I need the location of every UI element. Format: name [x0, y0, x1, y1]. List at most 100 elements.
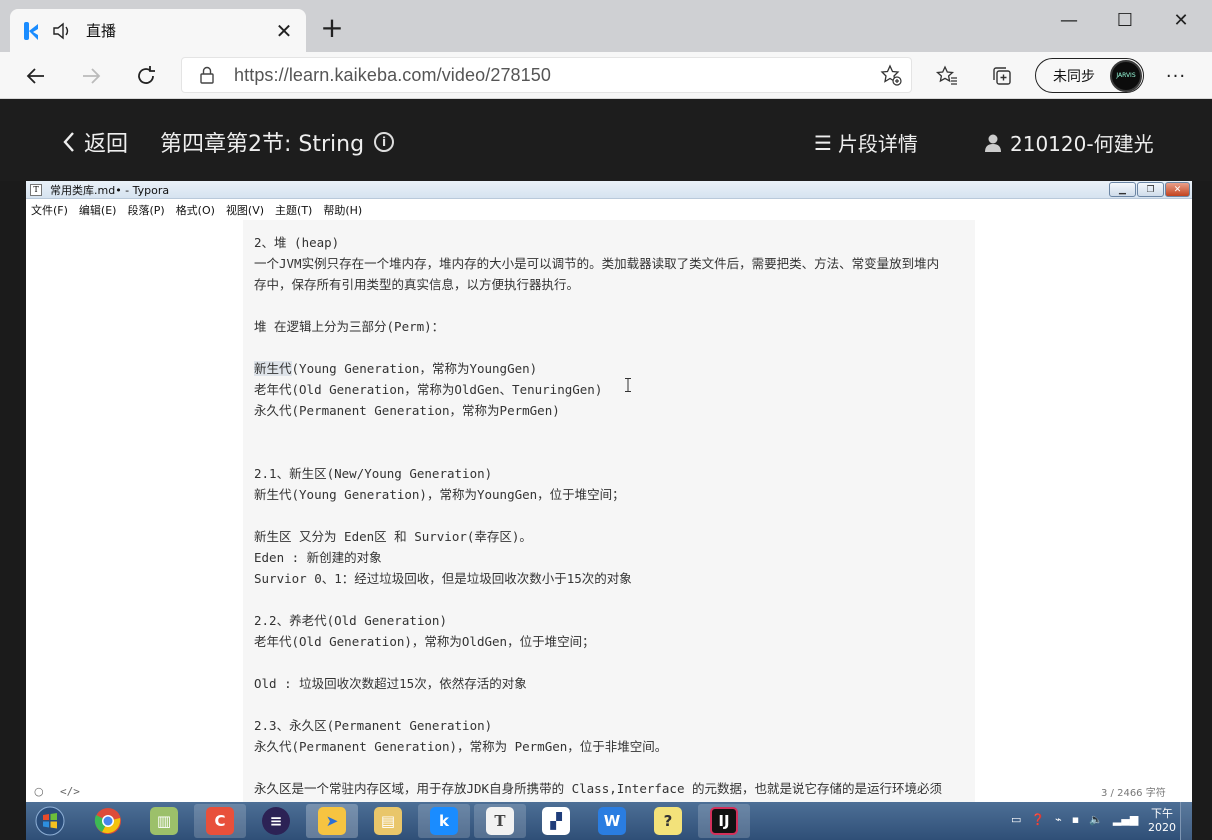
- tray-expand-icon: ▭: [1011, 813, 1022, 826]
- add-favorite-icon[interactable]: [879, 63, 903, 87]
- markdown-document: 2、堆 (heap) 一个JVM实例只存在一个堆内存，堆内存的大小是可以调节的。…: [254, 232, 969, 799]
- minimize-button[interactable]: —: [1040, 0, 1098, 40]
- user-icon: [985, 134, 1001, 152]
- collections-button[interactable]: [986, 60, 1018, 92]
- browser-tab-active[interactable]: 直播 ✕: [10, 9, 306, 52]
- menu-file: 文件(F): [31, 204, 68, 217]
- selected-line-rest: (Young Generation，常称为YoungGen): [291, 361, 538, 376]
- volume-icon: 🔈: [1089, 813, 1103, 826]
- doc-line: 2、堆 (heap): [254, 235, 340, 250]
- windows-taskbar: ▥ C ≡ ➤ ▤ k T ▞ W ? IJ ▭ ❓ ⌁ ▪ 🔈 ▂▄▆ 下午 …: [26, 802, 1192, 840]
- doc-line: [254, 589, 969, 610]
- doc-line: Old : 垃圾回收次数超过15次，依然存活的对象: [254, 676, 527, 691]
- typora-taskbar-icon: T: [474, 804, 526, 838]
- doc-line-selected: 新生代(Young Generation，常称为YoungGen): [254, 358, 969, 379]
- doc-line: [254, 421, 969, 442]
- back-link[interactable]: 返回: [62, 126, 128, 158]
- browser-tab-strip: 直播 ✕ + — ☐ ✕: [0, 0, 1212, 52]
- sidebar-toggle-icon: ○: [34, 785, 44, 798]
- doc-line: 存中，保存所有引用类型的真实信息，以方便执行器执行。: [254, 277, 580, 292]
- segment-details-button[interactable]: ☰ 片段详情: [814, 128, 918, 157]
- speaker-icon[interactable]: [52, 21, 74, 41]
- menu-help: 帮助(H): [323, 204, 363, 217]
- forward-button[interactable]: [75, 60, 107, 92]
- arrow-right-icon: [83, 68, 101, 84]
- lesson-title-group: 第四章第2节: String i: [160, 126, 395, 158]
- doc-line: 2.1、新生区(New/Young Generation): [254, 466, 493, 481]
- flowus-taskbar-icon: ▞: [530, 804, 582, 838]
- avatar: JARVIS: [1110, 59, 1142, 92]
- typora-menu-bar: 文件(F) 编辑(E) 段落(P) 格式(O) 视图(V) 主题(T) 帮助(H…: [26, 200, 1192, 220]
- typora-window-title: 常用类库.md• - Typora: [50, 183, 170, 197]
- kaikeba-favicon-icon: [24, 21, 38, 40]
- system-tray: ▭ ❓ ⌁ ▪ 🔈 ▂▄▆: [1011, 813, 1148, 826]
- doc-line: [254, 652, 969, 673]
- tray-action-icon: ▪: [1071, 813, 1080, 826]
- segment-details-label: 片段详情: [837, 132, 918, 156]
- eclipse-taskbar-icon: ≡: [250, 804, 302, 838]
- new-tab-button[interactable]: +: [318, 14, 346, 42]
- favorites-button[interactable]: [931, 60, 963, 92]
- maximize-button[interactable]: ☐: [1096, 0, 1154, 40]
- close-window-button[interactable]: ✕: [1152, 0, 1210, 40]
- menu-theme: 主题(T): [275, 204, 313, 217]
- taskbar-clock: 下午 2020: [1148, 807, 1176, 835]
- video-player[interactable]: T 常用类库.md• - Typora ▁ ❐ ✕ 文件(F) 编辑(E) 段落…: [26, 181, 1192, 802]
- show-desktop-button: [1180, 802, 1192, 840]
- profile-button[interactable]: 未同步 JARVIS: [1035, 58, 1144, 93]
- doc-line: [254, 694, 969, 715]
- arrow-left-icon: [26, 68, 44, 84]
- doc-line: 2.2、养老代(Old Generation): [254, 613, 447, 628]
- menu-format: 格式(O): [175, 204, 215, 217]
- menu-paragraph: 段落(P): [127, 204, 165, 217]
- back-label: 返回: [84, 132, 129, 157]
- doc-line: 一个JVM实例只存在一个堆内存，堆内存的大小是可以调节的。类加载器读取了类文件后…: [254, 256, 940, 271]
- wps-taskbar-icon: W: [586, 804, 638, 838]
- url-text[interactable]: https://learn.kaikeba.com/video/278150: [234, 65, 879, 86]
- browser-toolbar: https://learn.kaikeba.com/video/278150 未…: [0, 52, 1212, 99]
- doc-line: 新生区 又分为 Eden区 和 Survior(幸存区)。: [254, 529, 532, 544]
- selected-text: 新生代: [254, 361, 292, 376]
- lock-icon[interactable]: [198, 66, 216, 84]
- doc-line: [254, 757, 969, 778]
- doc-line: 2.3、永久区(Permanent Generation): [254, 718, 493, 733]
- windows-start-icon: [30, 803, 70, 839]
- dingtalk-taskbar-icon: ➤: [306, 804, 358, 838]
- video-letterbox: [1192, 181, 1212, 840]
- lesson-title: 第四章第2节: String: [160, 132, 365, 157]
- typora-title-bar: T 常用类库.md• - Typora ▁ ❐ ✕: [26, 181, 1192, 199]
- typora-minimize-button: ▁: [1109, 182, 1136, 197]
- settings-more-button[interactable]: ···: [1160, 60, 1192, 92]
- refresh-button[interactable]: [130, 60, 162, 92]
- menu-lines-icon: ☰: [814, 130, 832, 155]
- menu-edit: 编辑(E): [78, 204, 117, 217]
- user-menu[interactable]: 210120-何建光: [984, 128, 1154, 157]
- back-button[interactable]: [20, 60, 52, 92]
- favorites-list-icon: [935, 65, 957, 85]
- doc-line: Eden : 新创建的对象: [254, 550, 382, 565]
- doc-line: [254, 295, 969, 316]
- doc-line: [254, 442, 969, 463]
- close-tab-icon[interactable]: ✕: [274, 19, 294, 43]
- profile-sync-label: 未同步: [1053, 68, 1095, 85]
- clock-year: 2020: [1148, 821, 1176, 834]
- help-taskbar-icon: ?: [642, 804, 694, 838]
- collections-icon: [993, 67, 1011, 85]
- doc-line: 新生代(Young Generation)，常称为YoungGen，位于堆空间；: [254, 487, 625, 502]
- address-bar[interactable]: https://learn.kaikeba.com/video/278150: [181, 57, 912, 93]
- doc-line: Survior 0、1：经过垃圾回收，但是垃圾回收次数小于15次的对象: [254, 571, 632, 586]
- tray-network-icon: ⌁: [1055, 813, 1062, 826]
- tab-title: 直播: [86, 22, 117, 40]
- course-header: 返回 第四章第2节: String i ☰ 片段详情 210120-何建光: [0, 99, 1212, 181]
- chrome-taskbar-icon: [82, 804, 134, 838]
- chevron-left-icon: [63, 132, 74, 152]
- refresh-icon: [138, 66, 155, 84]
- doc-line: [254, 337, 969, 358]
- more-dots-icon: ···: [1165, 65, 1187, 87]
- word-count: 3 / 2466 字符: [1101, 788, 1166, 799]
- doc-line: 老年代(Old Generation，常称为OldGen、TenuringGen…: [254, 382, 603, 397]
- info-icon[interactable]: i: [374, 132, 395, 152]
- typora-status-bar: ○ </> 3 / 2466 字符: [26, 781, 1192, 802]
- source-mode-icon: </>: [60, 785, 80, 798]
- tray-help-icon: ❓: [1031, 813, 1046, 826]
